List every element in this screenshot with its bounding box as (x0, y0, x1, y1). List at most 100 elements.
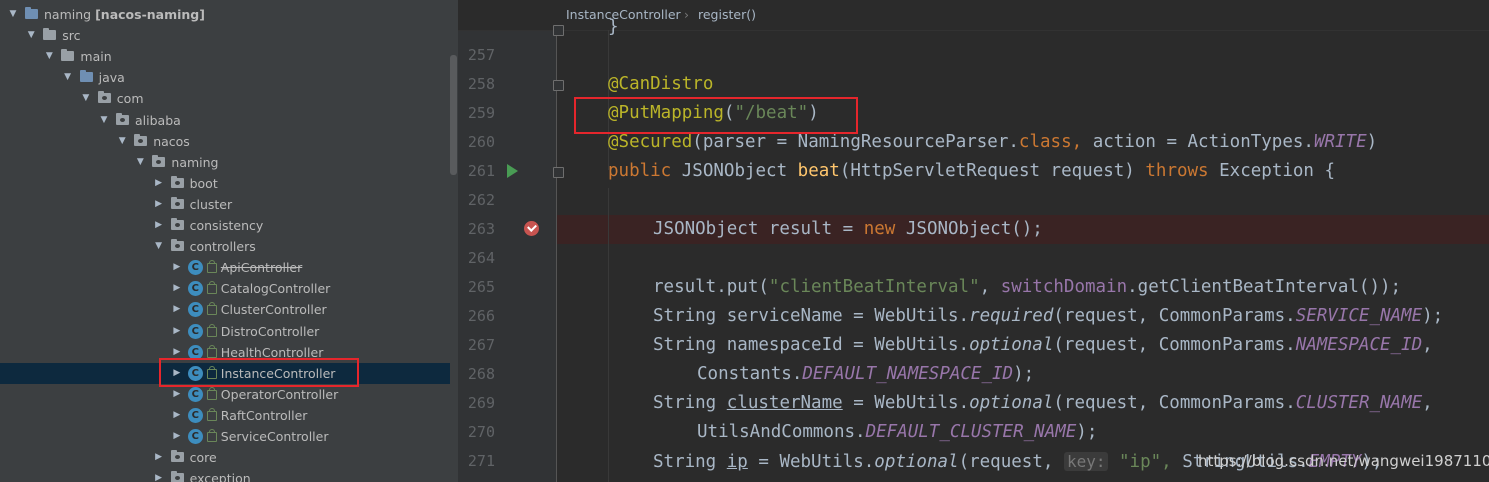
expand-arrow-right-icon[interactable]: ▶ (153, 173, 165, 194)
code-line-266: String serviceName = WebUtils.required(r… (653, 306, 1444, 326)
tree-item[interactable]: ▶ C CatalogController (0, 278, 450, 299)
tree-item[interactable]: ▼ nacos (0, 131, 450, 152)
line-number: 263 (467, 220, 495, 238)
folder-icon (25, 7, 38, 19)
tree-item[interactable]: ▼ alibaba (0, 110, 450, 131)
tree-item[interactable]: ▶ C ApiController (0, 257, 450, 278)
public-access-icon (206, 429, 217, 442)
expand-arrow-right-icon[interactable]: ▶ (171, 278, 183, 299)
line-number: 264 (467, 249, 495, 267)
line-number: 265 (467, 278, 495, 296)
tree-highlight-box (159, 358, 359, 387)
expand-arrow-down-icon[interactable]: ▼ (43, 46, 55, 67)
tree-item[interactable]: ▶ C ClusterController (0, 299, 450, 320)
fold-marker[interactable] (553, 25, 564, 36)
class-icon: C (187, 323, 203, 339)
expand-arrow-down-icon[interactable]: ▼ (7, 4, 19, 25)
tree-item[interactable]: ▶ consistency (0, 215, 450, 236)
line-number: 258 (467, 75, 495, 93)
tree-item-label: CatalogController (220, 281, 331, 297)
indent-guide (608, 188, 609, 482)
public-access-icon (206, 344, 217, 358)
code-line-268: Constants.DEFAULT_NAMESPACE_ID); (697, 364, 1035, 384)
class-icon: C (187, 302, 203, 318)
tree-item-label: ClusterController (220, 302, 327, 318)
package-icon (116, 112, 129, 125)
code-line-269: String clusterName = WebUtils.optional(r… (653, 393, 1433, 413)
expand-arrow-down-icon[interactable]: ▼ (153, 236, 165, 257)
public-access-icon (206, 281, 217, 295)
tree-item-label: consistency (189, 218, 264, 233)
tree-item[interactable]: ▶ cluster (0, 194, 450, 215)
tree-item-label: ApiController (220, 260, 303, 276)
tree-item[interactable]: ▶ C RaftController (0, 405, 450, 426)
expand-arrow-right-icon[interactable]: ▶ (171, 321, 183, 342)
tree-item-label: com (116, 91, 144, 107)
tree-item[interactable]: ▼ naming [nacos-naming] (0, 4, 450, 25)
expand-arrow-right-icon[interactable]: ▶ (153, 447, 165, 468)
package-icon (170, 471, 184, 482)
line-number: 268 (467, 365, 495, 383)
line-number: 260 (467, 133, 495, 151)
expand-arrow-right-icon[interactable]: ▶ (153, 215, 165, 236)
line-number: 270 (467, 423, 495, 441)
code-line-270: UtilsAndCommons.DEFAULT_CLUSTER_NAME); (697, 422, 1098, 442)
expand-arrow-down-icon[interactable]: ▼ (80, 88, 92, 109)
expand-arrow-down-icon[interactable]: ▼ (98, 110, 110, 131)
folder-icon (61, 49, 75, 62)
folder-icon (79, 70, 93, 83)
tree-item-label: naming [nacos-naming] (44, 7, 205, 22)
package-icon (170, 175, 184, 188)
code-highlight-box (574, 97, 858, 134)
expand-arrow-right-icon[interactable]: ▶ (171, 405, 183, 426)
tree-item[interactable]: ▼ naming (0, 152, 450, 173)
tree-item-label: core (189, 450, 217, 466)
expand-arrow-down-icon[interactable]: ▼ (62, 67, 74, 88)
expand-arrow-down-icon[interactable]: ▼ (134, 152, 146, 173)
line-number: 267 (467, 336, 495, 354)
public-access-icon (206, 386, 217, 400)
public-access-icon (206, 407, 217, 421)
code-line-265: result.put("clientBeatInterval", switchD… (653, 277, 1402, 297)
expand-arrow-down-icon[interactable]: ▼ (116, 131, 128, 152)
fold-marker[interactable] (553, 167, 564, 178)
watermark: https://blog.csdn.net/wangwei19871103 (1198, 452, 1489, 470)
tree-item[interactable]: ▼ java (0, 67, 450, 88)
expand-arrow-down-icon[interactable]: ▼ (25, 25, 37, 46)
tree-item-label: controllers (189, 239, 256, 255)
breakpoint-icon[interactable] (524, 221, 539, 236)
tree-item[interactable]: ▼ src (0, 25, 450, 46)
project-tree: ▼ naming [nacos-naming] ▼ src ▼ main ▼ java ▼ com… (0, 0, 458, 482)
tree-item[interactable]: ▼ com (0, 88, 450, 109)
tree-item[interactable]: ▶ exception (0, 468, 450, 482)
code-editor[interactable]: InstanceController › register() 257 258 25… (458, 0, 1489, 482)
expand-arrow-right-icon[interactable]: ▶ (171, 257, 183, 278)
tree-item[interactable]: ▼ main (0, 46, 450, 67)
tree-item[interactable]: ▶ core (0, 447, 450, 468)
fold-marker[interactable] (553, 80, 564, 91)
class-icon: C (187, 407, 203, 423)
breadcrumb-method[interactable]: register() (698, 0, 756, 30)
package-icon (170, 196, 184, 209)
tree-item[interactable]: ▼ controllers (0, 236, 450, 257)
code-line-263: JSONObject result = new JSONObject(); (653, 219, 1043, 239)
expand-arrow-right-icon[interactable]: ▶ (171, 426, 183, 447)
tree-item[interactable]: ▶ boot (0, 173, 450, 194)
tree-item-label: alibaba (135, 112, 181, 128)
expand-arrow-right-icon[interactable]: ▶ (153, 194, 165, 215)
run-gutter-icon[interactable] (507, 164, 518, 178)
tree-item-label: RaftController (220, 407, 308, 423)
expand-arrow-right-icon[interactable]: ▶ (171, 299, 183, 320)
line-number: 266 (467, 307, 495, 325)
tree-scrollbar[interactable] (450, 55, 457, 175)
tree-item[interactable]: ▶ C DistroController (0, 321, 450, 342)
expand-arrow-right-icon[interactable]: ▶ (153, 468, 165, 482)
package-icon (97, 91, 111, 104)
line-number: 269 (467, 394, 495, 412)
class-icon: C (187, 386, 203, 402)
tree-item[interactable]: ▶ C ServiceController (0, 426, 450, 447)
package-icon (170, 239, 184, 252)
line-number: 259 (467, 104, 495, 122)
code-line-258: @CanDistro (608, 74, 714, 94)
breadcrumb-file[interactable]: InstanceController (566, 0, 681, 30)
